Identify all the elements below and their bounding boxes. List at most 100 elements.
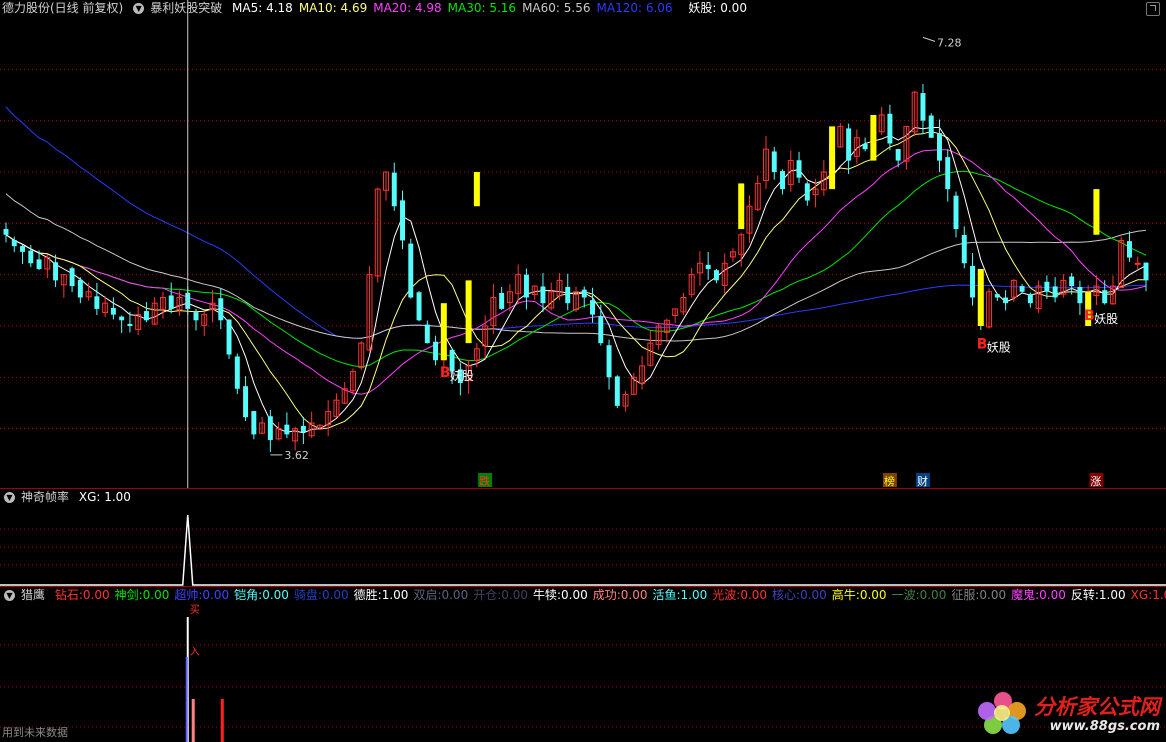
candle-body <box>499 292 505 309</box>
lieying-item: 开仓:0.00 <box>473 588 528 602</box>
lieying-item-value: 0.00 <box>740 588 768 602</box>
candle-body <box>94 296 100 309</box>
lieying-item-value: 0.00 <box>859 588 887 602</box>
lieying-item: 成功:0.00 <box>593 588 648 602</box>
indicator-panel-lieying[interactable]: 买入 ▼ 猎鹰 钻石:0.00 神剑:0.00 超帅:0.00 铠角:0.00 骑盘:0.… <box>0 586 1166 742</box>
candle-body <box>565 286 571 304</box>
event-tag: 涨 <box>1090 475 1101 488</box>
low-price-label: 3.62 <box>284 449 309 462</box>
candle-body <box>400 200 405 241</box>
buy-mark-text: 妖股 <box>1094 312 1118 326</box>
candle-body <box>920 93 926 121</box>
lieying-item: 牛犊:0.00 <box>533 588 588 602</box>
collapse-icon[interactable]: ▼ <box>4 590 15 601</box>
candle-body <box>614 376 620 406</box>
lieying-item-value: 0.00 <box>262 588 289 602</box>
watermark: 分析家公式网 www.88gs.com <box>976 692 1160 736</box>
lieying-item-label: 钻石: <box>54 588 83 602</box>
candle-body <box>234 356 240 389</box>
candle-body <box>961 235 967 264</box>
candle-body <box>53 262 59 281</box>
candle-body <box>243 386 249 418</box>
lieying-item-value: 1.00 <box>381 588 409 602</box>
lieying-item: 德胜:1.00 <box>354 588 409 602</box>
sub1-value: XG: 1.00 <box>78 490 131 504</box>
lieying-item: 钻石:0.00 <box>55 588 110 602</box>
signal-bar <box>1093 189 1100 235</box>
candle-body <box>780 171 785 190</box>
signal-bar-red <box>220 699 224 742</box>
candle-body <box>937 133 942 161</box>
sub2-title: 猎鹰 <box>21 588 46 602</box>
signal-bar <box>738 183 745 230</box>
main-header: 德力股份(日线 前复权) ▼ 暴利妖股突破 MA5: 4.18 MA10: 4.69 M… <box>0 0 753 16</box>
lieying-item: 双启:0.00 <box>413 588 468 602</box>
lieying-item: 征服:0.00 <box>951 588 1006 602</box>
lieying-item: 活鱼:1.00 <box>653 588 708 602</box>
indicator-name: 暴利妖股突破 <box>150 1 223 15</box>
maximize-icon[interactable] <box>1146 2 1160 16</box>
candle-body <box>424 324 430 344</box>
lieying-item: 光波:0.00 <box>712 588 767 602</box>
lieying-item: 神剑:0.00 <box>115 588 170 602</box>
event-tag: 榜 <box>884 474 895 488</box>
candle-body <box>391 172 397 207</box>
lieying-item-label: 骑盘: <box>293 588 322 602</box>
watermark-url: www.88gs.com <box>1049 718 1160 734</box>
candlestick-chart[interactable]: 7.283.62B 妖股B 妖股B 妖股跌榜财涨 <box>0 0 1166 488</box>
candle-body <box>895 149 901 161</box>
candle-body <box>11 240 17 247</box>
candle-body <box>251 411 257 435</box>
main-chart-panel[interactable]: 7.28 3.62 B 妖股 B 妖股 B 妖股跌榜财涨 德力股份(日线 前复权) ▼ 暴利妖股突… <box>0 0 1166 488</box>
high-pointer <box>922 36 936 42</box>
buy-mark-top: 买 <box>190 604 200 616</box>
candle-body <box>846 128 852 161</box>
lieying-item-label: 活鱼: <box>652 588 681 602</box>
lieying-item-value: 1.00 <box>1152 588 1166 602</box>
candle-body <box>887 113 893 144</box>
candle-body <box>1019 286 1025 292</box>
candle-body <box>1069 276 1075 287</box>
lieying-item: 高牛:0.00 <box>832 588 887 602</box>
candle-body <box>20 246 25 252</box>
candle-body <box>994 294 1000 298</box>
lieying-legend: 钻石:0.00 神剑:0.00 超帅:0.00 铠角:0.00 骑盘:0.00 德胜:1.… <box>55 588 1166 602</box>
signal-bar <box>829 126 836 190</box>
collapse-icon[interactable]: ▼ <box>133 3 145 14</box>
collapse-icon[interactable]: ▼ <box>4 492 15 503</box>
candle-body <box>953 195 959 230</box>
candle-body <box>284 424 290 435</box>
lieying-item-value: 0.00 <box>202 588 230 602</box>
lieying-item-value: 0.00 <box>321 588 349 602</box>
lieying-item-value: 1.00 <box>1098 588 1126 602</box>
sub1-header: ▼ 神奇帧率 XG: 1.00 <box>0 489 137 505</box>
candle-body <box>796 160 802 178</box>
event-tag: 跌 <box>479 474 490 488</box>
signal-bar-pink <box>191 699 195 742</box>
watermark-title: 分析家公式网 <box>1034 694 1160 719</box>
buy-mark-mid: 入 <box>190 647 200 658</box>
lieying-item-value: 0.00 <box>501 588 528 602</box>
signal-bar <box>870 114 877 161</box>
lieying-item-label: 神剑: <box>114 588 143 602</box>
candle-body <box>590 300 595 315</box>
lieying-item: 核心:0.00 <box>772 588 827 602</box>
lieying-item-value: 0.00 <box>441 588 469 602</box>
signal-bar <box>465 280 472 344</box>
ma-legend: MA5: 4.18 MA10: 4.69 MA20: 4.98 MA30: 5.16 M… <box>232 1 679 15</box>
candle-body <box>77 279 83 298</box>
yaogu-value: 妖股: 0.00 <box>688 1 747 15</box>
lieying-item-label: 一波: <box>891 588 920 602</box>
high-price-label: 7.28 <box>937 36 962 49</box>
lieying-item-label: 牛犊: <box>532 588 562 602</box>
indicator-panel-shenqi[interactable]: ▼ 神奇帧率 XG: 1.00 <box>0 488 1166 587</box>
lieying-item-label: 高牛: <box>831 588 860 602</box>
ma-legend-item: MA20: 4.98 <box>373 1 442 15</box>
candle-body <box>1052 286 1058 298</box>
event-tag: 财 <box>917 474 928 488</box>
flower-logo-icon <box>976 692 1030 736</box>
candle-body <box>267 416 273 441</box>
ma-legend-item: MA30: 5.16 <box>447 1 517 15</box>
lieying-item: 超帅:0.00 <box>174 588 229 602</box>
lieying-item: 一波:0.00 <box>892 588 947 602</box>
